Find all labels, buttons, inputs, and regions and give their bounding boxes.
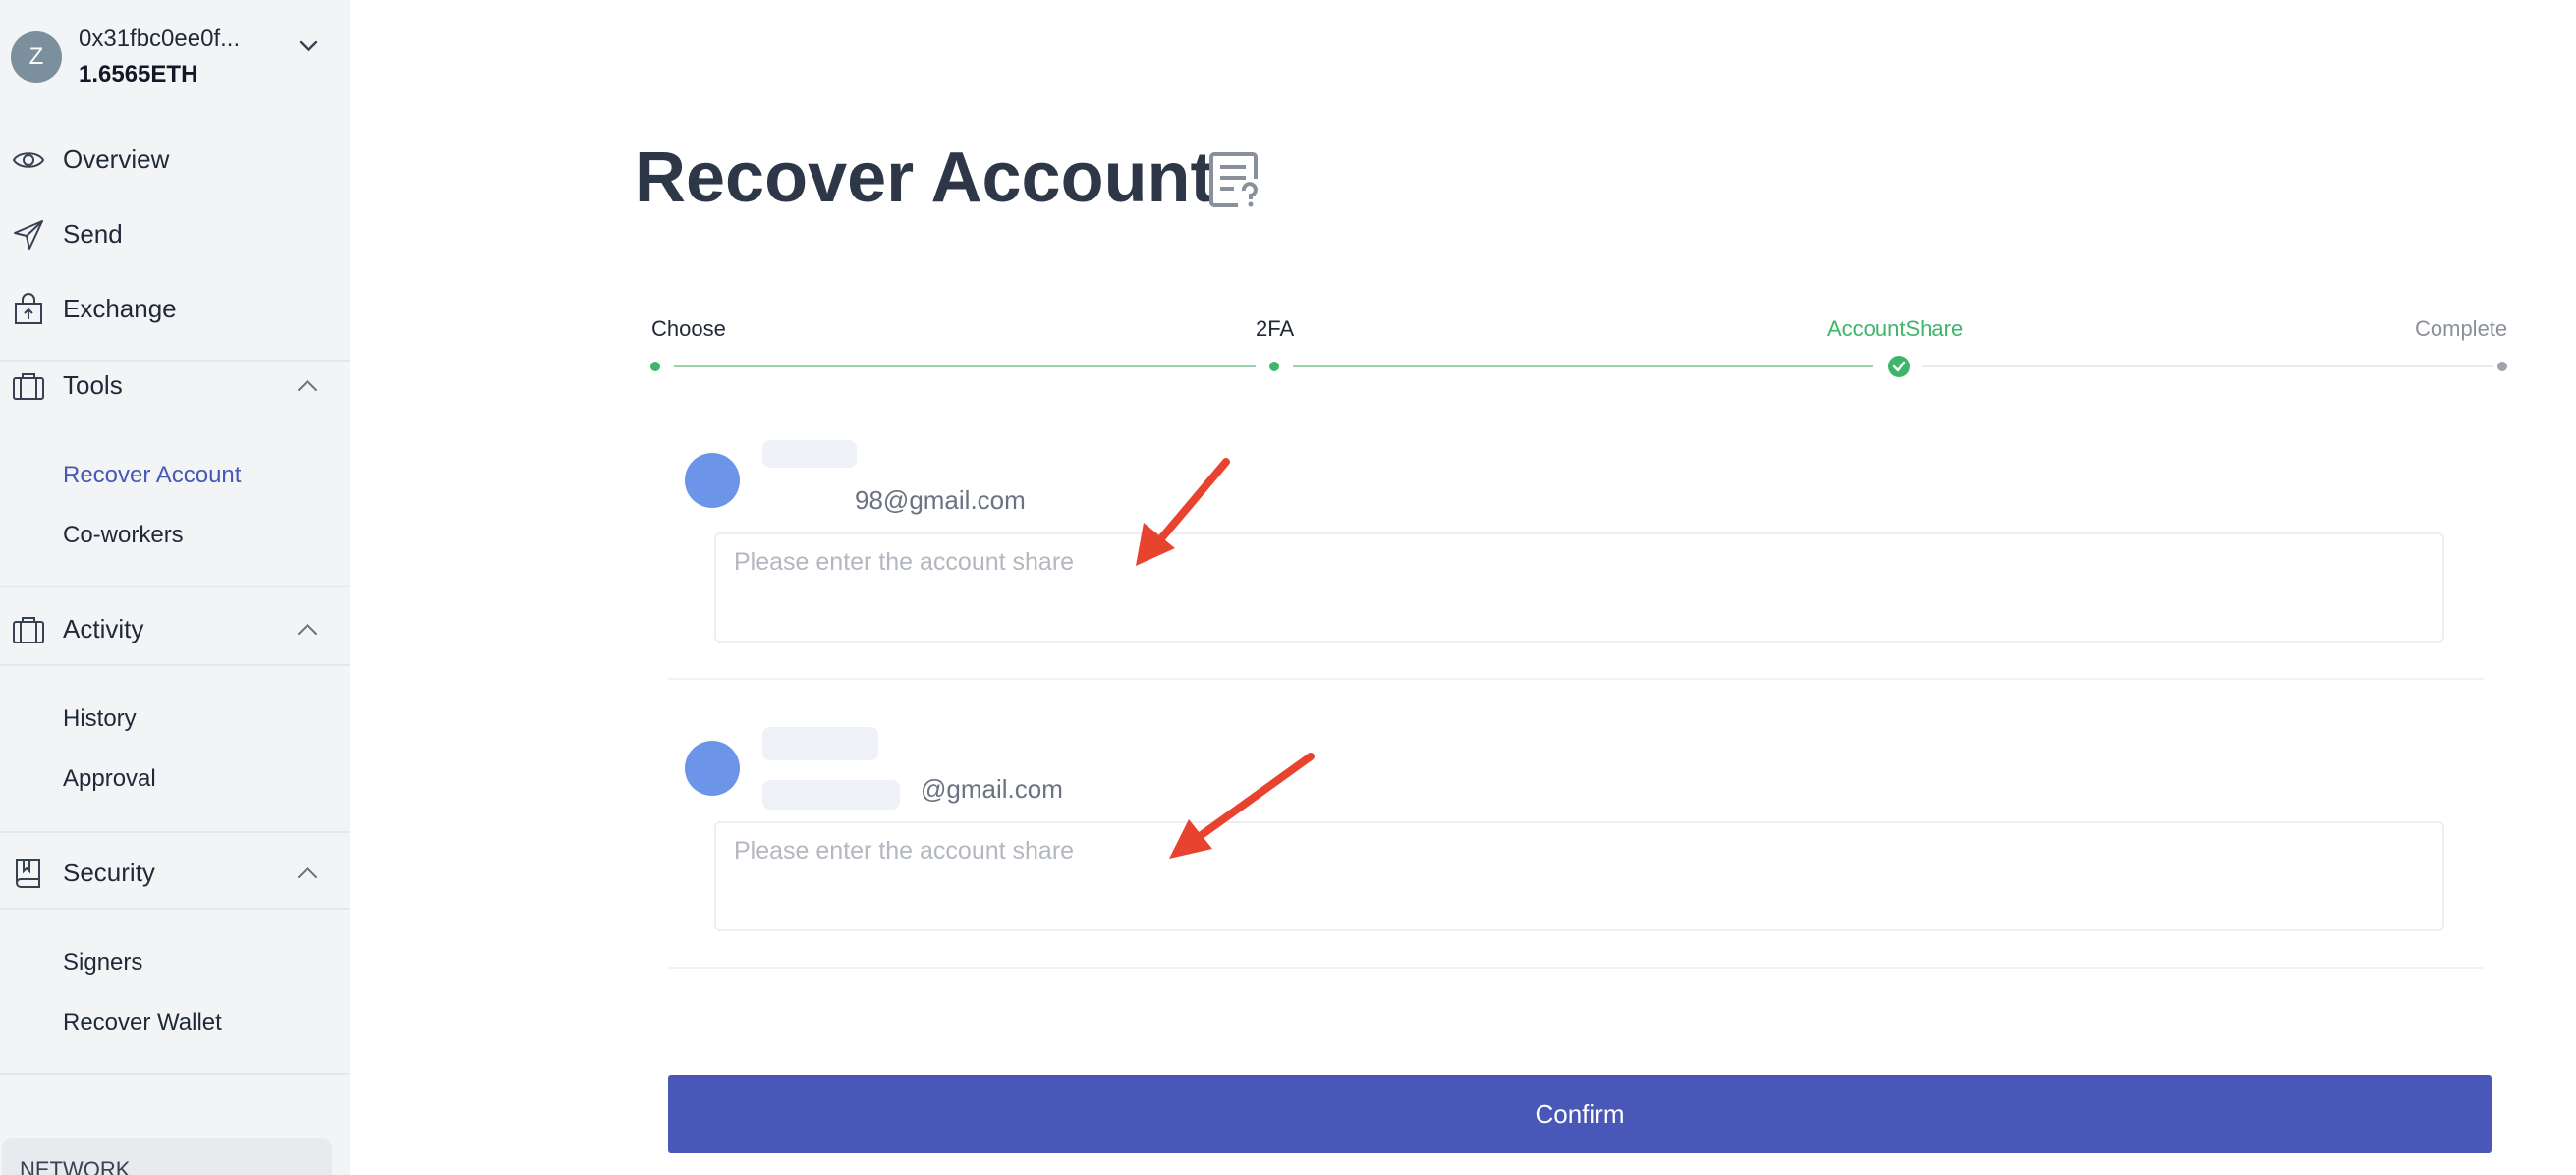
- toolbox-icon: [13, 617, 44, 643]
- sidebar-item-label: Security: [63, 858, 155, 887]
- sidebar-divider: [0, 1073, 350, 1075]
- sidebar-item-label: Tools: [63, 370, 123, 400]
- sidebar-item-security[interactable]: Security: [0, 837, 350, 906]
- sidebar-item-activity[interactable]: Activity: [0, 593, 350, 662]
- step-connector-pending: [1922, 365, 2493, 367]
- sidebar-divider: [0, 664, 350, 666]
- step-label-choose: Choose: [651, 316, 726, 341]
- sidebar-divider: [0, 586, 350, 588]
- account-share-input[interactable]: [714, 821, 2444, 931]
- redacted-name: [762, 727, 878, 760]
- check-circle-icon: [1888, 356, 1910, 377]
- redacted-name: [762, 440, 857, 468]
- row-divider: [668, 678, 2484, 680]
- sidebar-item-label: Overview: [63, 144, 170, 174]
- sidebar-item-tools[interactable]: Tools: [0, 350, 350, 419]
- chevron-up-icon[interactable]: [295, 617, 320, 643]
- help-document-icon[interactable]: [1208, 151, 1261, 208]
- account-switcher[interactable]: Z 0x31fbc0ee0f... 1.6565ETH: [0, 0, 350, 108]
- send-icon: [14, 220, 43, 250]
- chevron-up-icon[interactable]: [295, 373, 320, 399]
- account-share-input[interactable]: [714, 532, 2444, 643]
- step-dot-done: [650, 362, 660, 371]
- page-title: Recover Account: [635, 139, 1214, 217]
- sidebar-item-overview[interactable]: Overview: [0, 124, 350, 193]
- step-label-accountshare: AccountShare: [1827, 316, 1964, 341]
- toolbox-icon: [13, 373, 44, 400]
- annotation-arrow-icon: [1136, 458, 1230, 566]
- user-avatar: [685, 453, 740, 508]
- avatar-letter: Z: [28, 43, 44, 70]
- confirm-button[interactable]: Confirm: [668, 1075, 2492, 1153]
- account-balance: 1.6565ETH: [79, 61, 198, 87]
- sidebar-item-label: Send: [63, 219, 123, 249]
- sidebar-item-label: Exchange: [63, 294, 177, 323]
- step-label-complete: Complete: [2415, 316, 2508, 341]
- sidebar-item-label: Activity: [63, 614, 144, 643]
- sidebar-subitem-co-workers[interactable]: Co-workers: [63, 522, 184, 549]
- step-dot-done: [1269, 362, 1279, 371]
- chevron-down-icon[interactable]: [298, 35, 319, 57]
- book-icon: [16, 859, 40, 888]
- sidebar-item-send[interactable]: Send: [0, 198, 350, 267]
- shopping-bag-icon: [15, 293, 42, 324]
- sidebar-item-exchange[interactable]: Exchange: [0, 273, 350, 342]
- sidebar-subitem-signers[interactable]: Signers: [63, 949, 142, 977]
- eye-icon: [12, 152, 45, 168]
- step-dot-pending: [2497, 362, 2507, 371]
- sidebar-subitem-recover-account[interactable]: Recover Account: [63, 462, 241, 489]
- sidebar-subitem-history[interactable]: History: [63, 705, 137, 733]
- annotation-arrow-icon: [1169, 753, 1315, 859]
- step-connector-done: [674, 365, 1256, 367]
- sidebar-divider: [0, 831, 350, 833]
- account-avatar: Z: [11, 31, 62, 83]
- sidebar-divider: [0, 908, 350, 910]
- account-address: 0x31fbc0ee0f...: [79, 26, 241, 52]
- row-divider: [668, 967, 2484, 969]
- share-email: 98@gmail.com: [855, 485, 1026, 515]
- redacted-email-prefix: [762, 780, 900, 810]
- sidebar: Z 0x31fbc0ee0f... 1.6565ETH Overview Sen…: [0, 0, 350, 1175]
- network-selector[interactable]: NETWORK: [2, 1138, 332, 1175]
- sidebar-subitem-approval[interactable]: Approval: [63, 765, 156, 793]
- network-label: NETWORK: [20, 1157, 131, 1175]
- sidebar-subitem-recover-wallet[interactable]: Recover Wallet: [63, 1009, 222, 1036]
- user-avatar: [685, 741, 740, 796]
- share-email: @gmail.com: [921, 774, 1063, 804]
- step-label-2fa: 2FA: [1256, 316, 1295, 341]
- chevron-up-icon[interactable]: [295, 861, 320, 886]
- step-connector-done: [1293, 365, 1873, 367]
